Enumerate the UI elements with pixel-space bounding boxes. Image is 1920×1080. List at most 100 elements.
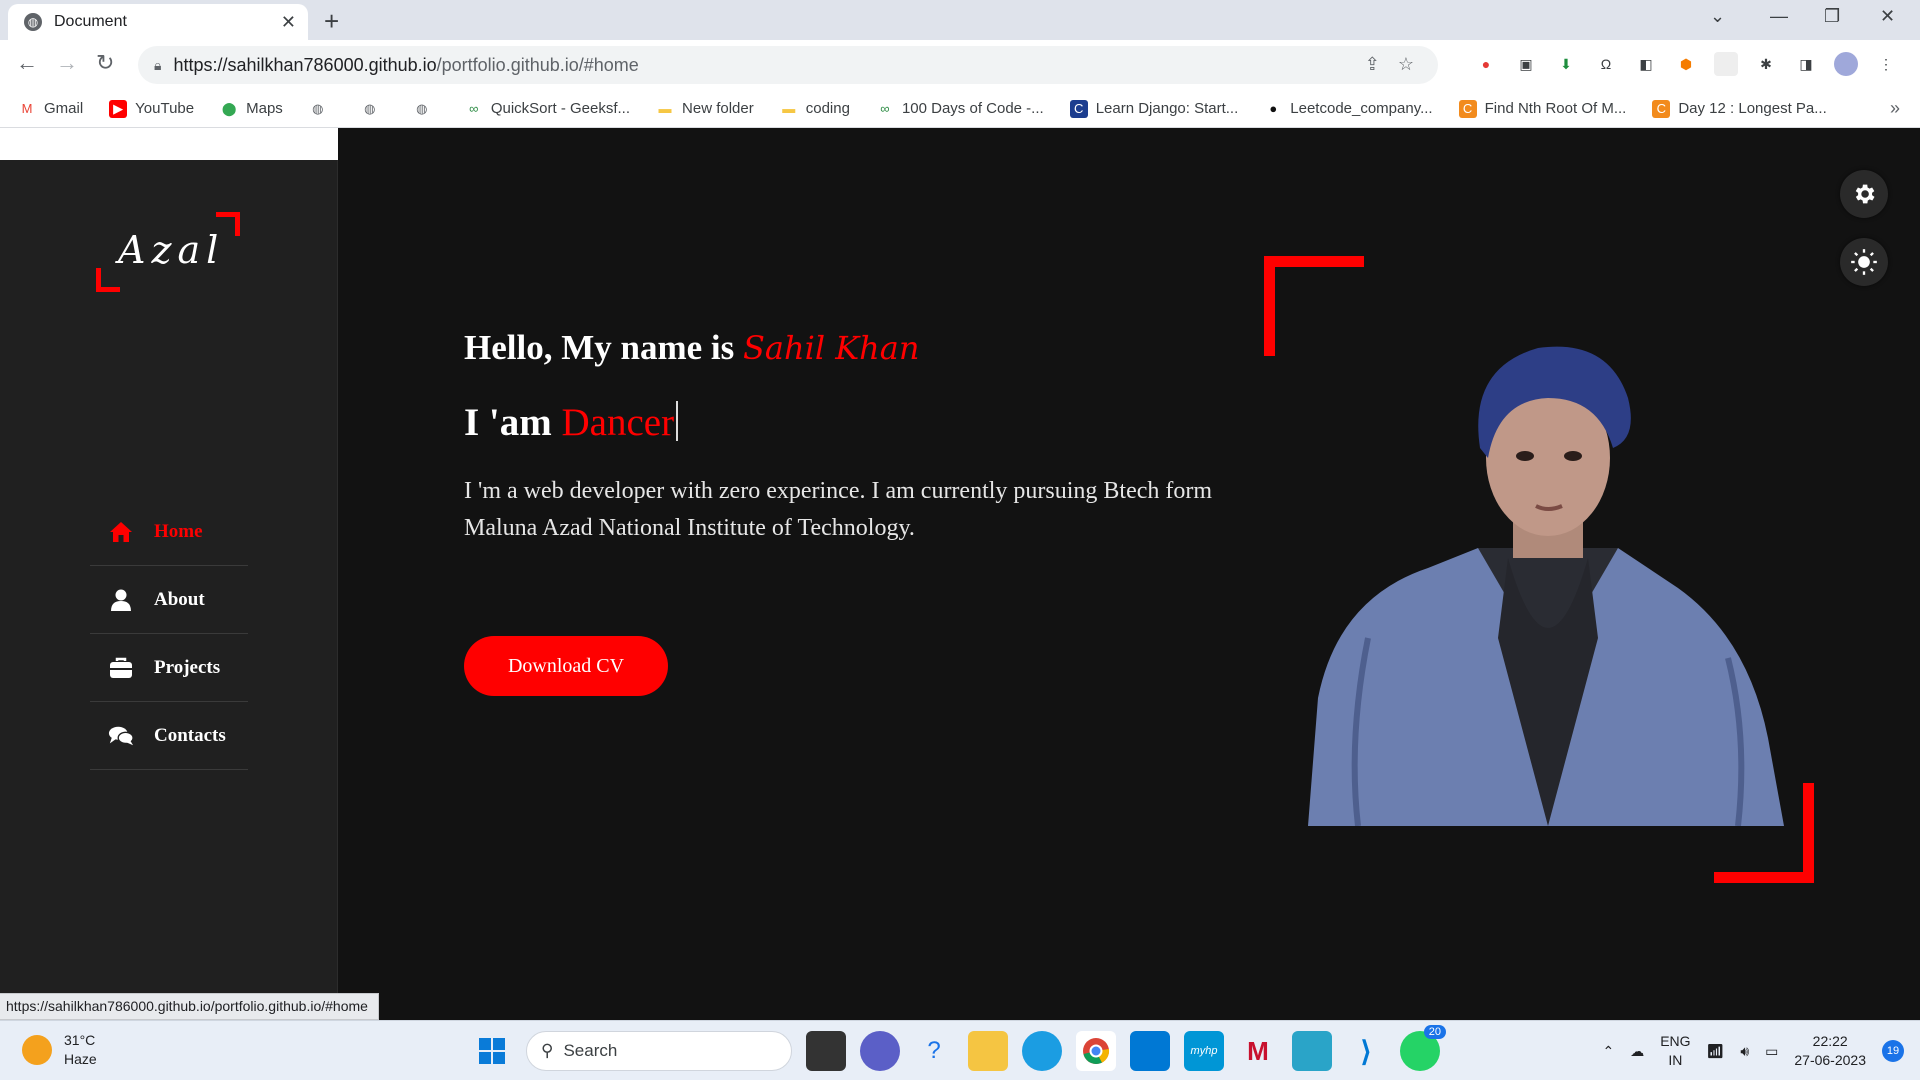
tab-title: Document (54, 13, 127, 30)
download-cv-button[interactable]: Download CV (464, 636, 668, 696)
folder-icon: ▬ (658, 101, 672, 116)
wifi-icon[interactable]: 📶︎ (1707, 1043, 1725, 1060)
globe-icon: ◍ (364, 100, 376, 116)
keyboard-app-icon[interactable] (1292, 1031, 1332, 1071)
bookmark-item[interactable]: ▬ coding (780, 100, 850, 118)
menu-kebab-icon[interactable]: ⋮ (1874, 52, 1898, 76)
bookmark-item[interactable]: M Gmail (18, 100, 84, 118)
logo[interactable]: Azal (96, 212, 240, 292)
side-panel-icon[interactable]: ◨ (1794, 52, 1818, 76)
bookmark-item[interactable]: ▬ New folder (656, 100, 754, 118)
edge-icon[interactable] (1022, 1031, 1062, 1071)
battery-icon[interactable]: ▭ (1765, 1043, 1778, 1060)
bookmark-item[interactable]: C Day 12 : Longest Pa... (1652, 99, 1827, 118)
settings-gear-button[interactable] (1840, 170, 1888, 218)
store-icon[interactable] (1130, 1031, 1170, 1071)
record-extension-icon[interactable]: ● (1474, 52, 1498, 76)
nav-item-contacts[interactable]: Contacts (90, 702, 248, 770)
codestudio-icon: C (1458, 99, 1477, 118)
bookmark-label: 100 Days of Code -... (901, 100, 1044, 117)
bookmark-item[interactable]: ∞ QuickSort - Geeksf... (465, 100, 630, 118)
logo-text: Azal (118, 228, 225, 272)
url-host: https://sahilkhan786000.github.io (173, 54, 437, 75)
start-button[interactable] (472, 1031, 512, 1071)
language-indicator[interactable]: ENG IN (1660, 1032, 1690, 1070)
volume-icon[interactable]: 🔊︎ (1740, 1043, 1749, 1060)
notifications-badge[interactable]: 19 (1882, 1040, 1904, 1062)
minimize-button[interactable]: — (1770, 6, 1788, 27)
bookmarks-bar: M Gmail ▶ YouTube ⬤ Maps ◍ ◍ ◍ ∞ QuickSort - Geeks… (0, 90, 1920, 128)
bookmark-item[interactable]: ▶ YouTube (109, 99, 194, 118)
whatsapp-badge: 20 (1423, 1025, 1446, 1039)
shield-extension-icon[interactable]: ⬢ (1674, 52, 1698, 76)
folder-icon: ▬ (782, 101, 796, 116)
home-icon (108, 519, 134, 545)
bookmark-item[interactable]: ◍ (361, 100, 387, 118)
forward-button[interactable]: → (56, 50, 78, 76)
omega-extension-icon[interactable]: Ω (1594, 52, 1618, 76)
bookmark-star-icon[interactable]: ☆ (1398, 54, 1414, 75)
search-placeholder: Search (563, 1041, 618, 1060)
tips-icon[interactable]: ? (914, 1031, 954, 1071)
search-icon: ⚲ (541, 1041, 554, 1060)
sun-icon (1851, 249, 1877, 275)
clock[interactable]: 22:22 27-06-2023 (1794, 1032, 1866, 1070)
task-view-icon[interactable] (806, 1031, 846, 1071)
bookmark-label: Maps (246, 100, 283, 117)
download-extension-icon[interactable]: ⬇ (1554, 52, 1578, 76)
chrome-icon[interactable] (1076, 1031, 1116, 1071)
taskbar-search[interactable]: ⚲ Search (526, 1031, 792, 1071)
teams-chat-icon[interactable] (860, 1031, 900, 1071)
bookmark-item[interactable]: C Learn Django: Start... (1069, 99, 1239, 118)
bookmark-label: coding (805, 100, 850, 117)
globe-icon: ◍ (416, 100, 428, 116)
nav-item-about[interactable]: About (90, 566, 248, 634)
logo-corner-bottom-left (96, 268, 120, 292)
new-tab-button[interactable]: + (324, 6, 339, 37)
close-window-button[interactable]: ✕ (1880, 6, 1895, 27)
whatsapp-icon[interactable]: 20 (1400, 1025, 1446, 1071)
puzzle-extensions-icon[interactable]: ✱ (1754, 52, 1778, 76)
nav-item-label: Projects (154, 656, 221, 678)
myhp-icon[interactable]: myhp (1184, 1031, 1224, 1071)
show-hidden-icons-chevron[interactable]: ⌃ (1602, 1043, 1614, 1060)
bookmark-item[interactable]: ⬤ Maps (220, 100, 283, 118)
cast-extension-icon[interactable]: ▣ (1514, 52, 1538, 76)
browser-tab[interactable]: ◍ Document ✕ (8, 4, 308, 40)
window-extension-icon[interactable]: ◧ (1634, 52, 1658, 76)
profile-avatar-icon[interactable] (1834, 52, 1858, 76)
bookmark-item[interactable]: ◍ (309, 100, 335, 118)
lock-icon: 🔒︎ (154, 56, 162, 73)
lang-bottom: IN (1668, 1052, 1683, 1068)
bookmarks-overflow-icon[interactable]: » (1890, 98, 1900, 119)
portfolio-page: Azal Home About Projects Contacts Hello, My… (0, 128, 1920, 1020)
weather-widget[interactable]: 31°C Haze (22, 1031, 97, 1069)
reload-button[interactable]: ↻ (96, 50, 114, 76)
address-bar[interactable]: 🔒︎ https://sahilkhan786000.github.io/por… (138, 46, 1438, 84)
close-tab-icon[interactable]: ✕ (281, 12, 296, 33)
nav-item-home[interactable]: Home (90, 498, 248, 566)
bookmark-item[interactable]: ● Leetcode_company... (1264, 100, 1432, 118)
vscode-icon[interactable]: ⟩ (1346, 1031, 1386, 1071)
profile-photo (1308, 346, 1784, 826)
nav-item-label: Home (154, 520, 203, 542)
share-icon[interactable]: ⇪ (1365, 54, 1380, 75)
gmail-icon: M (21, 101, 33, 116)
bookmark-label: Leetcode_company... (1290, 100, 1433, 117)
bookmark-item[interactable]: ◍ (413, 100, 439, 118)
nav-item-projects[interactable]: Projects (90, 634, 248, 702)
briefcase-icon (108, 655, 134, 681)
onedrive-icon[interactable]: ☁ (1630, 1043, 1644, 1060)
bookmark-item[interactable]: ∞ 100 Days of Code -... (876, 100, 1044, 118)
file-explorer-icon[interactable] (968, 1031, 1008, 1071)
blank-extension-icon[interactable] (1714, 52, 1738, 76)
maps-icon: ⬤ (221, 100, 237, 116)
tab-search-icon[interactable]: ⌄ (1710, 6, 1725, 27)
back-button[interactable]: ← (16, 50, 38, 76)
mcafee-icon[interactable]: M (1238, 1031, 1278, 1071)
theme-toggle-button[interactable] (1840, 238, 1888, 286)
bookmark-label: Find Nth Root Of M... (1484, 100, 1627, 117)
bookmark-item[interactable]: C Find Nth Root Of M... (1458, 99, 1627, 118)
restore-button[interactable]: ❐ (1824, 6, 1840, 27)
bookmark-label: Learn Django: Start... (1095, 100, 1239, 117)
